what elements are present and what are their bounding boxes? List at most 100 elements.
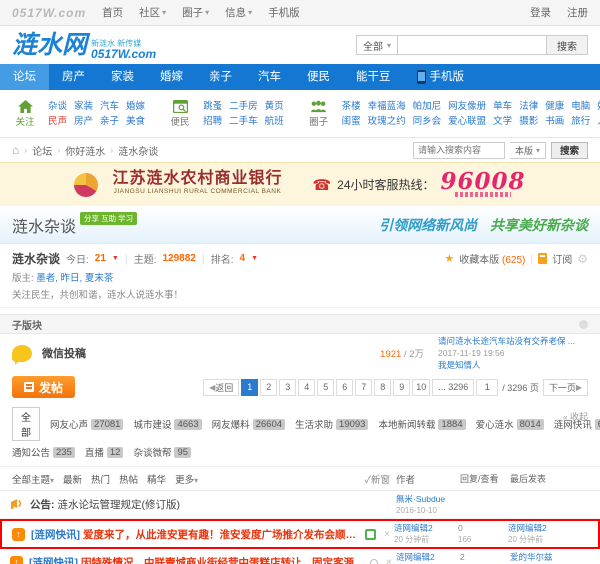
quicklink[interactable]: 二手车 bbox=[229, 114, 258, 129]
collapse-icon[interactable] bbox=[579, 320, 588, 329]
thread-title-link[interactable]: 爱度来了，从此淮安更有趣！淮安爱度广场推介发布会顺利举行！ bbox=[83, 527, 362, 542]
nav-item-wedding[interactable]: 婚嫁 bbox=[147, 64, 196, 90]
breadcrumb-board[interactable]: 涟水杂谈 bbox=[118, 143, 158, 158]
collect-board-button[interactable]: 收藏本版 (625) bbox=[459, 251, 525, 266]
filter-tab[interactable]: 通知公告235 bbox=[12, 445, 75, 459]
filter-tab[interactable]: 直播12 bbox=[85, 445, 124, 459]
lastpost-user-link[interactable]: 我是知情人 bbox=[438, 359, 588, 371]
new-window-toggle[interactable]: ✓新窗 bbox=[364, 472, 390, 486]
author-link[interactable]: 涟网编辑2 bbox=[396, 552, 460, 563]
quicklink[interactable]: 美食 bbox=[126, 114, 145, 129]
quicklink[interactable]: 旅行 bbox=[571, 114, 590, 129]
login-link[interactable]: 登录 bbox=[530, 5, 551, 20]
lastpost-user-link[interactable]: 涟网编辑2 bbox=[508, 523, 586, 534]
quicklink[interactable]: 亲子 bbox=[100, 114, 119, 129]
topbar-link-circles[interactable]: 圈子▾ bbox=[182, 5, 209, 20]
search-scope-select[interactable]: 全部 ▾ bbox=[356, 35, 397, 55]
subscribe-button[interactable]: 订阅 bbox=[552, 251, 572, 266]
quicklink[interactable]: 家装 bbox=[74, 99, 93, 114]
topbar-link-info[interactable]: 信息▾ bbox=[225, 5, 252, 20]
page-button[interactable]: 8 bbox=[374, 379, 391, 396]
quicklink[interactable]: 航班 bbox=[265, 114, 284, 129]
nav-item-forum[interactable]: 论坛 bbox=[0, 64, 49, 90]
page-button[interactable]: 7 bbox=[355, 379, 372, 396]
lastpost-user-link[interactable]: 爱的华尔兹 bbox=[510, 552, 588, 563]
home-icon[interactable]: ⌂ bbox=[12, 143, 19, 157]
nav-item-convenience[interactable]: 便民 bbox=[294, 64, 343, 90]
moderator-links[interactable]: 墨者, 昨日, 夏末茶 bbox=[36, 273, 113, 284]
nav-item-homedecor[interactable]: 家装 bbox=[98, 64, 147, 90]
quicklink[interactable]: 杂谈 bbox=[48, 99, 67, 114]
filter-tab[interactable]: 城市建设4663 bbox=[133, 417, 201, 431]
quicklink[interactable]: 黄页 bbox=[265, 99, 284, 114]
quicklink[interactable]: 摄影 bbox=[519, 114, 538, 129]
site-logo[interactable]: 涟水网 新涟水 新传媒 0517W.com bbox=[12, 30, 156, 60]
collapse-filters-button[interactable]: « 收起 bbox=[563, 410, 588, 423]
site-search-input[interactable] bbox=[397, 35, 547, 55]
sort-more-dropdown[interactable]: 更多▾ bbox=[175, 472, 198, 486]
page-button[interactable]: 9 bbox=[393, 379, 410, 396]
thread-tag[interactable]: [涟网快讯] bbox=[31, 527, 80, 542]
quicklink[interactable]: 电脑 bbox=[571, 99, 590, 114]
breadcrumb-forum[interactable]: 论坛 bbox=[32, 143, 52, 158]
quicklink[interactable]: 二手房 bbox=[229, 99, 258, 114]
quicklink[interactable]: 招聘 bbox=[203, 114, 222, 129]
banner-ad[interactable]: 江苏涟水农村商业银行 JIANGSU LIANSHUI RURAL COMMER… bbox=[0, 162, 600, 206]
quicklink[interactable]: 爱心联盟 bbox=[448, 114, 486, 129]
filter-tab[interactable]: 爱心涟水8014 bbox=[476, 417, 544, 431]
filter-tab[interactable]: 网友爆料26604 bbox=[212, 417, 285, 431]
lastpost-title-link[interactable]: 请问涟水长途汽车站没有交养老保 ... bbox=[438, 335, 588, 347]
close-icon[interactable]: × bbox=[380, 529, 394, 540]
author-link[interactable]: 涟网编辑2 bbox=[394, 523, 458, 534]
nav-item-realestate[interactable]: 房产 bbox=[49, 64, 98, 90]
page-ellipsis[interactable]: ... 3296 bbox=[432, 379, 474, 396]
board-search-button[interactable]: 搜索 bbox=[551, 142, 588, 159]
quicklink[interactable]: 玫瑰之约 bbox=[368, 114, 406, 129]
quicklink[interactable]: 闺蜜 bbox=[342, 114, 361, 129]
site-domain-logo[interactable]: 0517W.com bbox=[12, 6, 86, 20]
quicklink[interactable]: 法律 bbox=[519, 99, 538, 114]
quicklink[interactable]: 帕加尼 bbox=[413, 99, 442, 114]
quicklink[interactable]: 汽车 bbox=[100, 99, 119, 114]
page-button[interactable]: 6 bbox=[336, 379, 353, 396]
page-button[interactable]: 2 bbox=[260, 379, 277, 396]
filter-tab[interactable]: 网友心声27081 bbox=[50, 417, 123, 431]
all-topics-dropdown[interactable]: 全部主题▾ bbox=[12, 472, 54, 486]
board-search-input[interactable] bbox=[413, 142, 505, 159]
quicklink-minsheng[interactable]: 民声 bbox=[48, 114, 67, 129]
breadcrumb-category[interactable]: 你好涟水 bbox=[65, 143, 105, 158]
quicklink[interactable]: 婚嫁 bbox=[126, 99, 145, 114]
quicklink[interactable]: 同乡会 bbox=[413, 114, 442, 129]
page-button[interactable]: 5 bbox=[317, 379, 334, 396]
page-button-current[interactable]: 1 bbox=[241, 379, 258, 396]
nav-item-parenting[interactable]: 亲子 bbox=[196, 64, 245, 90]
subforum-link[interactable]: 微信投稿 bbox=[42, 345, 86, 361]
quicklink[interactable]: 跳蚤 bbox=[203, 99, 222, 114]
filter-tab[interactable]: 本地新闻转载1884 bbox=[378, 417, 465, 431]
sort-newest[interactable]: 最新 bbox=[63, 472, 82, 486]
thread-title-link[interactable]: 涟水论坛管理规定(修订版) bbox=[58, 497, 181, 512]
site-search-button[interactable]: 搜索 bbox=[547, 35, 588, 55]
thread-tag[interactable]: [涟网快讯] bbox=[29, 555, 78, 564]
topbar-link-mobile[interactable]: 手机版 bbox=[268, 5, 300, 20]
gear-icon[interactable]: ⚙ bbox=[577, 252, 588, 266]
close-icon[interactable]: × bbox=[382, 557, 396, 564]
quicklink[interactable]: 文学 bbox=[493, 114, 512, 129]
quicklink[interactable]: 书画 bbox=[545, 114, 564, 129]
topbar-link-home[interactable]: 首页 bbox=[102, 5, 123, 20]
nav-item-auto[interactable]: 汽车 bbox=[245, 64, 294, 90]
page-button[interactable]: 3 bbox=[279, 379, 296, 396]
next-page-button[interactable]: 下一页▶ bbox=[543, 379, 588, 396]
quicklink[interactable]: 幸福蓝海 bbox=[368, 99, 406, 114]
quicklink[interactable]: 房产 bbox=[74, 114, 93, 129]
thread-title-link[interactable]: 因特殊情况，中联壹城商业街经营中蛋糕店转让，固定客源接手就经营 bbox=[81, 555, 367, 564]
quicklink[interactable]: 健康 bbox=[545, 99, 564, 114]
sort-hot-posts[interactable]: 热帖 bbox=[119, 472, 138, 486]
back-button[interactable]: ◀返回 bbox=[203, 379, 239, 396]
nav-item-mobile[interactable]: 手机版 bbox=[404, 64, 478, 90]
quicklink[interactable]: 茶楼 bbox=[342, 99, 361, 114]
topbar-link-community[interactable]: 社区▾ bbox=[139, 5, 166, 20]
sort-digest[interactable]: 精华 bbox=[147, 472, 166, 486]
board-search-scope[interactable]: 本版 ▾ bbox=[510, 142, 546, 159]
new-post-button[interactable]: 发帖 bbox=[12, 376, 75, 398]
